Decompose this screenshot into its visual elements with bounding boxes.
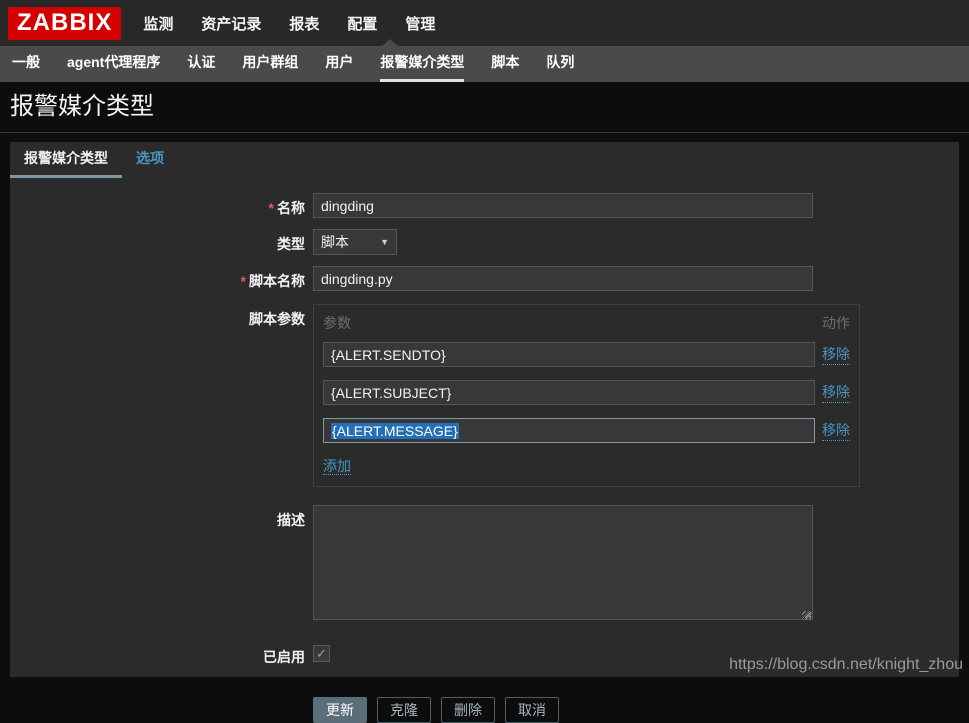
script-params-header: 参数 动作 bbox=[323, 313, 850, 333]
menu-item-configuration[interactable]: 配置 bbox=[347, 13, 377, 34]
param-row-sendto: 移除 bbox=[323, 342, 850, 367]
subnav-item-media-types[interactable]: 报警媒介类型 bbox=[380, 46, 464, 82]
form-row-description: 描述 bbox=[10, 505, 959, 623]
description-textarea[interactable] bbox=[313, 505, 813, 620]
header-divider bbox=[0, 132, 969, 133]
menu-item-administration[interactable]: 管理 bbox=[405, 13, 435, 34]
remove-link[interactable]: 移除 bbox=[822, 382, 850, 403]
subnav-item-users[interactable]: 用户 bbox=[325, 46, 353, 82]
form-row-type: 类型 脚本 ▼ bbox=[10, 229, 959, 255]
subnav-item-general[interactable]: 一般 bbox=[12, 46, 40, 82]
menu-item-reports[interactable]: 报表 bbox=[289, 13, 319, 34]
name-label: 名称 bbox=[277, 200, 305, 216]
clone-button[interactable]: 克隆 bbox=[377, 697, 431, 723]
menu-item-monitoring[interactable]: 监测 bbox=[143, 13, 173, 34]
required-asterisk: * bbox=[269, 200, 274, 216]
param-input-subject[interactable] bbox=[323, 380, 815, 405]
tab-media-type[interactable]: 报警媒介类型 bbox=[10, 142, 122, 178]
action-column-header: 动作 bbox=[822, 313, 850, 333]
tab-options[interactable]: 选项 bbox=[122, 142, 178, 178]
page-header: 报警媒介类型 bbox=[0, 92, 969, 122]
media-type-form: *名称 类型 脚本 ▼ *脚本名称 bbox=[10, 178, 959, 723]
form-row-script-name: *脚本名称 bbox=[10, 266, 959, 291]
page-title: 报警媒介类型 bbox=[10, 92, 969, 122]
active-menu-pointer-icon bbox=[382, 39, 398, 46]
tab-bar: 报警媒介类型 选项 bbox=[10, 142, 959, 178]
param-column-header: 参数 bbox=[323, 313, 351, 333]
main-menu: 监测 资产记录 报表 配置 管理 bbox=[143, 13, 435, 34]
subnav-item-proxies[interactable]: agent代理程序 bbox=[67, 46, 160, 82]
top-bar: ZABBIX 监测 资产记录 报表 配置 管理 bbox=[0, 0, 969, 46]
watermark: https://blog.csdn.net/knight_zhou bbox=[729, 656, 963, 674]
type-label: 类型 bbox=[277, 236, 305, 252]
add-param-link[interactable]: 添加 bbox=[323, 458, 351, 475]
checkmark-icon: ✓ bbox=[316, 647, 327, 660]
script-name-input[interactable] bbox=[313, 266, 813, 291]
type-select-value: 脚本 bbox=[321, 232, 349, 252]
subnav-item-user-groups[interactable]: 用户群组 bbox=[242, 46, 298, 82]
param-input-message[interactable]: {ALERT.MESSAGE} bbox=[323, 418, 815, 443]
name-input[interactable] bbox=[313, 193, 813, 218]
media-type-panel: 报警媒介类型 选项 *名称 类型 脚本 ▼ *脚本名称 bbox=[10, 142, 959, 677]
param-row-message: {ALERT.MESSAGE} 移除 bbox=[323, 418, 850, 443]
delete-button[interactable]: 删除 bbox=[441, 697, 495, 723]
script-name-label: 脚本名称 bbox=[249, 273, 305, 289]
type-select[interactable]: 脚本 ▼ bbox=[313, 229, 397, 255]
enabled-checkbox[interactable]: ✓ bbox=[313, 645, 330, 662]
button-bar: 更新 克隆 删除 取消 bbox=[313, 697, 559, 723]
zabbix-logo[interactable]: ZABBIX bbox=[8, 7, 121, 40]
required-asterisk: * bbox=[241, 273, 246, 289]
cancel-button[interactable]: 取消 bbox=[505, 697, 559, 723]
chevron-down-icon: ▼ bbox=[380, 237, 389, 247]
script-params-table: 参数 动作 移除 移除 {ALERT.MESSAGE} bbox=[313, 304, 860, 487]
sub-nav: 一般 agent代理程序 认证 用户群组 用户 报警媒介类型 脚本 队列 bbox=[0, 46, 969, 82]
form-row-script-params: 脚本参数 参数 动作 移除 移除 bbox=[10, 304, 959, 487]
update-button[interactable]: 更新 bbox=[313, 697, 367, 723]
description-label: 描述 bbox=[277, 512, 305, 528]
selected-text: {ALERT.MESSAGE} bbox=[331, 423, 459, 439]
subnav-item-authentication[interactable]: 认证 bbox=[187, 46, 215, 82]
param-row-subject: 移除 bbox=[323, 380, 850, 405]
remove-link[interactable]: 移除 bbox=[822, 420, 850, 441]
form-row-buttons: 更新 克隆 删除 取消 bbox=[10, 678, 959, 723]
subnav-item-scripts[interactable]: 脚本 bbox=[491, 46, 519, 82]
script-params-label: 脚本参数 bbox=[249, 311, 305, 327]
remove-link[interactable]: 移除 bbox=[822, 344, 850, 365]
subnav-item-queue[interactable]: 队列 bbox=[546, 46, 574, 82]
enabled-label: 已启用 bbox=[263, 649, 305, 665]
menu-item-inventory[interactable]: 资产记录 bbox=[201, 13, 261, 34]
form-row-name: *名称 bbox=[10, 193, 959, 218]
param-input-sendto[interactable] bbox=[323, 342, 815, 367]
